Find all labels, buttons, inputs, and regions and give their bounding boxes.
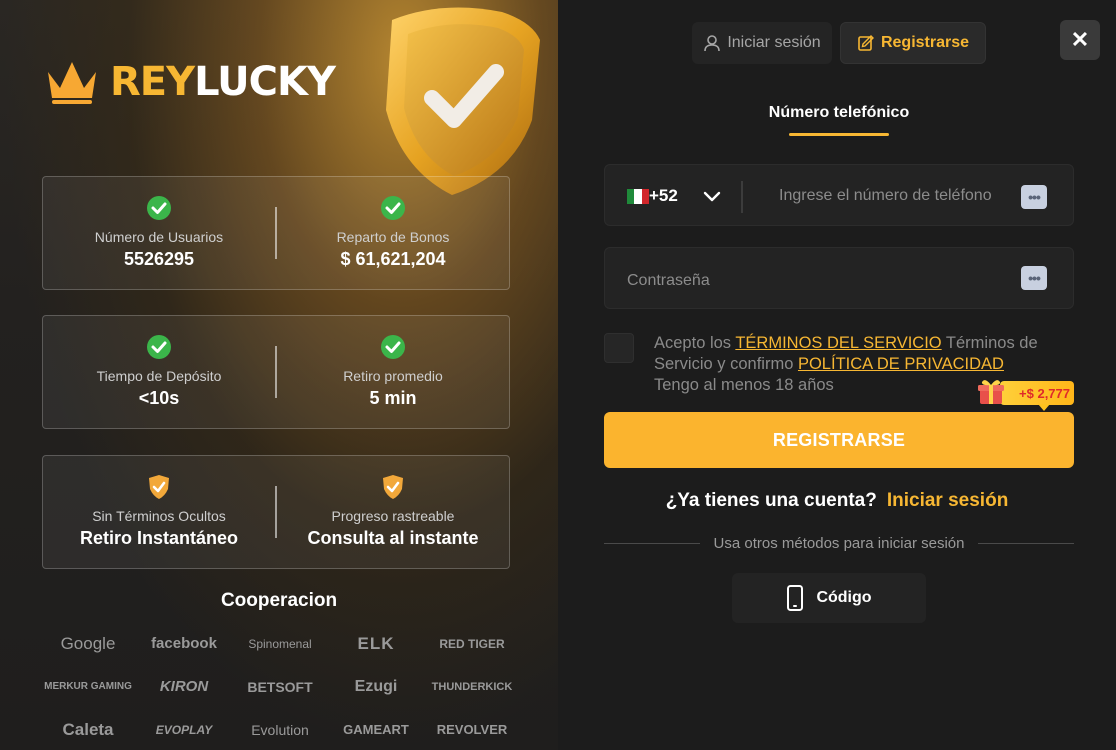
- phone-input[interactable]: Ingrese el número de teléfono: [779, 187, 992, 205]
- password-input[interactable]: Contraseña: [627, 272, 710, 290]
- bonus-amount: +$ 2,777: [1000, 381, 1074, 405]
- stat-bonus: Reparto de Bonos $ 61,621,204: [277, 177, 509, 289]
- partner-logo: Ezugi: [354, 677, 398, 695]
- phone-icon: [787, 585, 804, 611]
- terms-of-service-link[interactable]: TÉRMINOS DEL SERVICIO: [735, 334, 941, 352]
- tab-phone-number[interactable]: Número telefónico: [744, 104, 934, 122]
- brand-wordmark: REYLUCKY: [110, 59, 336, 105]
- other-methods-text: Usa otros métodos para iniciar sesión: [713, 535, 965, 552]
- auth-form-panel: Iniciar sesión Registrarse ✕ Número tele…: [558, 0, 1116, 750]
- tab-register-label: Registrarse: [880, 34, 970, 51]
- partner-logo: facebook: [151, 635, 217, 652]
- partner-logos: Google facebook Spinomenal ELK RED TIGER…: [40, 622, 520, 750]
- stat-no-hidden-terms: Sin Términos Ocultos Retiro Instantáneo: [43, 456, 275, 568]
- other-methods-divider: Usa otros métodos para iniciar sesión: [604, 535, 1075, 552]
- divider-line: [978, 543, 1075, 544]
- more-options-icon[interactable]: •••: [1021, 266, 1047, 290]
- partner-logo: Spinomenal: [248, 636, 312, 651]
- tab-register[interactable]: Registrarse: [840, 22, 986, 64]
- stat-label: Número de Usuarios: [94, 229, 224, 245]
- stat-deposit-time: Tiempo de Depósito <10s: [43, 316, 275, 428]
- stat-value: 5526295: [123, 249, 195, 269]
- more-options-icon[interactable]: •••: [1021, 185, 1047, 209]
- stat-box-terms-progress: Sin Términos Ocultos Retiro Instantáneo …: [42, 455, 510, 569]
- crown-icon: [48, 62, 96, 104]
- partner-logo: Caleta: [62, 719, 114, 739]
- stat-value: Retiro Instantáneo: [79, 528, 239, 548]
- stat-box-deposit-withdraw: Tiempo de Depósito <10s Retiro promedio …: [42, 315, 510, 429]
- age-confirmation: Tengo al menos 18 años: [654, 376, 834, 394]
- stat-value: <10s: [138, 388, 180, 408]
- tab-login[interactable]: Iniciar sesión: [692, 22, 832, 64]
- partner-logo: Google: [60, 633, 116, 653]
- partner-logo: THUNDERKICK: [431, 680, 513, 693]
- shield-check-icon: [149, 475, 169, 499]
- code-login-label: Código: [816, 589, 872, 606]
- brand-part-lucky: LUCKY: [194, 59, 336, 105]
- partner-logo: EVOPLAY: [155, 722, 213, 737]
- tab-login-label: Iniciar sesión: [727, 34, 821, 51]
- partner-logo: REVOLVER: [436, 722, 508, 737]
- user-icon: [704, 35, 721, 52]
- stat-value: Consulta al instante: [307, 528, 479, 548]
- stat-users: Número de Usuarios 5526295: [43, 177, 275, 289]
- privacy-policy-link[interactable]: POLÍTICA DE PRIVACIDAD: [798, 355, 1004, 373]
- gift-icon: [978, 380, 1004, 404]
- password-field: Contraseña •••: [604, 247, 1074, 309]
- stat-withdraw-time: Retiro promedio 5 min: [277, 316, 509, 428]
- register-button[interactable]: REGISTRARSE: [604, 412, 1074, 468]
- stat-box-users-bonus: Número de Usuarios 5526295 Reparto de Bo…: [42, 176, 510, 290]
- field-divider: [741, 181, 743, 213]
- stat-value: 5 min: [369, 388, 417, 408]
- have-account-text: ¿Ya tienes una cuenta?: [665, 490, 877, 511]
- bonus-badge: +$ 2,777: [976, 377, 1074, 411]
- check-circle-icon: [381, 196, 405, 220]
- partner-logo: Evolution: [251, 721, 309, 738]
- shield-check-illustration: [386, 7, 540, 195]
- stat-label: Reparto de Bonos: [336, 229, 450, 245]
- terms-checkbox[interactable]: [604, 333, 634, 363]
- close-icon: ✕: [1070, 27, 1090, 52]
- country-code-select[interactable]: +52: [649, 186, 678, 206]
- partner-logo: MERKUR GAMING: [44, 681, 132, 692]
- promo-panel: REYLUCKY Número de Usuarios 5526295 Repa…: [0, 0, 558, 750]
- check-circle-icon: [147, 335, 171, 359]
- stat-label: Tiempo de Depósito: [96, 368, 222, 384]
- stat-trackable-progress: Progreso rastreable Consulta al instante: [277, 456, 509, 568]
- auth-modal: REYLUCKY Número de Usuarios 5526295 Repa…: [0, 0, 1116, 750]
- login-link[interactable]: Iniciar sesión: [887, 490, 1008, 511]
- divider-line: [604, 543, 700, 544]
- bonus-badge-pointer: [1038, 404, 1050, 411]
- brand-logo: REYLUCKY: [44, 58, 336, 106]
- close-button[interactable]: ✕: [1060, 20, 1100, 60]
- partner-logo: BETSOFT: [247, 678, 313, 695]
- stat-label: Sin Términos Ocultos: [92, 508, 226, 524]
- partner-logo: RED TIGER: [439, 636, 505, 651]
- stat-value: $ 61,621,204: [340, 249, 446, 269]
- partner-logo: GAMEART: [343, 722, 409, 737]
- check-circle-icon: [381, 335, 405, 359]
- check-circle-icon: [147, 196, 171, 220]
- chevron-down-icon[interactable]: [701, 185, 723, 207]
- shield-check-icon: [383, 475, 403, 499]
- have-account-row: ¿Ya tienes una cuenta? Iniciar sesión: [558, 490, 1116, 512]
- mexico-flag-icon: [627, 189, 649, 204]
- partner-logo: KIRON: [159, 678, 209, 695]
- terms-prefix: Acepto los: [654, 334, 736, 352]
- active-tab-indicator: [789, 133, 889, 136]
- partner-logo: ELK: [357, 633, 395, 653]
- phone-field: +52 Ingrese el número de teléfono •••: [604, 164, 1074, 226]
- cooperation-title: Cooperacion: [220, 590, 338, 611]
- stat-label: Progreso rastreable: [331, 508, 455, 524]
- code-login-button[interactable]: Código: [732, 573, 926, 623]
- edit-icon: [858, 35, 874, 51]
- brand-part-rey: REY: [110, 59, 195, 105]
- stat-label: Retiro promedio: [343, 368, 443, 384]
